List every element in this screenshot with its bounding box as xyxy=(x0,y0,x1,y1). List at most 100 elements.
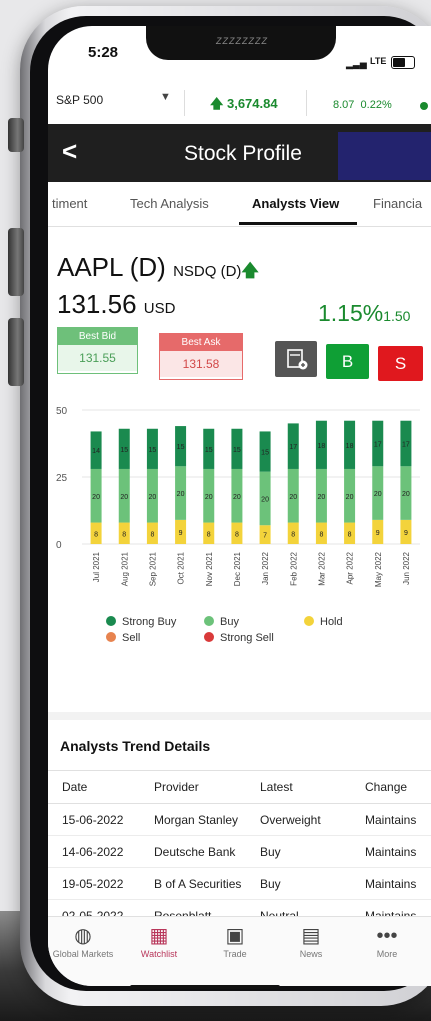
sell-button[interactable]: S xyxy=(378,346,423,381)
buy-button[interactable]: B xyxy=(326,344,369,379)
x-tick-label: Dec 2021 xyxy=(233,551,242,586)
phone-screen: 5:28 ZZZZZZZZ ▂▃▅ LTE S&P 500 ▼ 🡅 3,674.… xyxy=(48,26,431,986)
signal-icon: ▂▃▅ xyxy=(346,59,367,69)
cell-provider: B of A Securities xyxy=(153,867,259,900)
calculator-button[interactable] xyxy=(275,341,317,377)
price-change: 1.15%1.50 xyxy=(318,300,410,327)
x-tick-label: Jan 2022 xyxy=(261,551,270,584)
notch-label: ZZZZZZZZ xyxy=(216,36,268,46)
cell-latest: Buy xyxy=(259,835,364,868)
status-time: 5:28 xyxy=(88,44,119,61)
bar-data-label: 9 xyxy=(404,530,408,537)
bar-data-label: 20 xyxy=(374,491,382,498)
bar-data-label: 8 xyxy=(94,531,98,538)
nav-more[interactable]: ••• More xyxy=(352,923,422,959)
index-value: 🡅 3,674.84 xyxy=(210,95,278,117)
y-tick-label: 0 xyxy=(56,540,62,551)
nav-label: Global Markets xyxy=(52,949,114,959)
bar-data-label: 8 xyxy=(207,531,211,538)
cell-change: Maintains xyxy=(364,803,431,836)
x-tick-label: Mar 2022 xyxy=(317,551,326,585)
divider xyxy=(306,90,307,116)
y-tick-label: 25 xyxy=(56,473,68,484)
best-ask-box: Best Ask 131.58 xyxy=(159,333,243,380)
bar-data-label: 20 xyxy=(289,494,297,501)
nav-global-markets[interactable]: ◍ Global Markets xyxy=(48,923,118,959)
nav-label: Trade xyxy=(223,949,247,959)
table-row[interactable]: 14-06-2022 Deutsche Bank Buy Maintains xyxy=(48,835,431,868)
index-ticker[interactable]: S&P 500 ▼ 🡅 3,674.84 8.07 0.22% xyxy=(48,86,431,125)
bar-data-label: 17 xyxy=(289,444,297,451)
nav-news[interactable]: ▤ News xyxy=(276,923,346,959)
best-ask-label: Best Ask xyxy=(160,334,242,351)
best-bid-label: Best Bid xyxy=(58,328,137,345)
bar-data-label: 20 xyxy=(346,494,354,501)
symbol-text: AAPL (D) xyxy=(57,252,166,282)
status-bar: 5:28 ZZZZZZZZ ▂▃▅ LTE xyxy=(48,26,431,78)
cell-date: 15-06-2022 xyxy=(48,803,153,836)
bar-data-label: 18 xyxy=(346,443,354,450)
stock-price: 131.56 USD xyxy=(57,289,175,320)
exchange-text: NSDQ (D) xyxy=(173,263,242,280)
bar-data-label: 8 xyxy=(348,531,352,538)
y-tick-label: 50 xyxy=(56,406,68,417)
market-status-dot xyxy=(420,102,428,110)
tab-active-indicator xyxy=(239,222,357,225)
page-title: Stock Profile xyxy=(184,142,302,165)
cell-latest: Buy xyxy=(259,867,364,900)
bar-data-label: 15 xyxy=(177,444,185,451)
x-tick-label: Nov 2021 xyxy=(205,551,214,586)
table-row[interactable]: 15-06-2022 Morgan Stanley Overweight Mai… xyxy=(48,803,431,836)
legend-buy: Buy xyxy=(204,616,239,628)
x-tick-label: Oct 2021 xyxy=(177,551,186,584)
back-icon[interactable]: < xyxy=(62,136,77,167)
bar-data-label: 20 xyxy=(149,494,157,501)
x-tick-label: May 2022 xyxy=(374,551,383,587)
chevron-down-icon[interactable]: ▼ xyxy=(160,91,171,103)
bar-data-label: 20 xyxy=(92,494,100,501)
tab-sentiment[interactable]: timent xyxy=(52,196,87,211)
index-change: 8.07 0.22% xyxy=(333,99,392,111)
bar-data-label: 20 xyxy=(120,494,128,501)
nav-label: News xyxy=(299,949,323,959)
trade-icon: ▣ xyxy=(225,925,245,947)
trend-table: Date Provider Latest Change 15-06-2022 M… xyxy=(48,770,431,932)
bar-data-label: 9 xyxy=(179,530,183,537)
price-value: 131.56 xyxy=(57,289,137,319)
bar-data-label: 15 xyxy=(233,447,241,454)
phone-side-button xyxy=(8,228,24,296)
bar-data-label: 20 xyxy=(177,491,185,498)
analysts-trend-section: Analysts Trend Details Date Provider Lat… xyxy=(48,712,431,932)
legend-sell: Sell xyxy=(106,632,140,644)
nav-watchlist[interactable]: ▦ Watchlist xyxy=(124,923,194,959)
bar-data-label: 20 xyxy=(233,494,241,501)
best-bid-value: 131.55 xyxy=(58,345,137,371)
news-icon: ▤ xyxy=(301,925,321,947)
nav-label: Watchlist xyxy=(140,949,178,959)
x-tick-label: Aug 2021 xyxy=(120,551,129,586)
index-value-text: 3,674.84 xyxy=(226,96,278,111)
notch: ZZZZZZZZ xyxy=(146,26,336,60)
x-tick-label: Jul 2021 xyxy=(92,551,101,582)
cell-latest: Overweight xyxy=(259,803,364,836)
tab-analysts-view[interactable]: Analysts View xyxy=(252,196,339,211)
index-change-pct: 0.22% xyxy=(360,99,392,111)
nav-trade[interactable]: ▣ Trade xyxy=(200,923,270,959)
section-title: Analysts Trend Details xyxy=(60,738,211,754)
legend-label: Buy xyxy=(220,616,239,628)
bottom-navigation: ◍ Global Markets ▦ Watchlist ▣ Trade ▤ N… xyxy=(48,916,431,986)
tab-financials[interactable]: Financia xyxy=(373,196,422,211)
arrow-up-icon: 🡅 xyxy=(241,261,259,280)
cell-change: Maintains xyxy=(364,867,431,900)
table-header-row: Date Provider Latest Change xyxy=(48,770,431,804)
x-tick-label: Sep 2021 xyxy=(148,551,157,586)
bar-data-label: 20 xyxy=(205,494,213,501)
change-abs: 1.50 xyxy=(383,308,411,324)
title-bar: < Stock Profile xyxy=(48,124,431,182)
cell-provider: Deutsche Bank xyxy=(153,835,259,868)
tab-tech-analysis[interactable]: Tech Analysis xyxy=(130,196,209,211)
table-row[interactable]: 19-05-2022 B of A Securities Buy Maintai… xyxy=(48,867,431,900)
watchlist-icon: ▦ xyxy=(149,925,169,947)
battery-icon xyxy=(391,56,415,69)
x-tick-label: Feb 2022 xyxy=(289,551,298,585)
